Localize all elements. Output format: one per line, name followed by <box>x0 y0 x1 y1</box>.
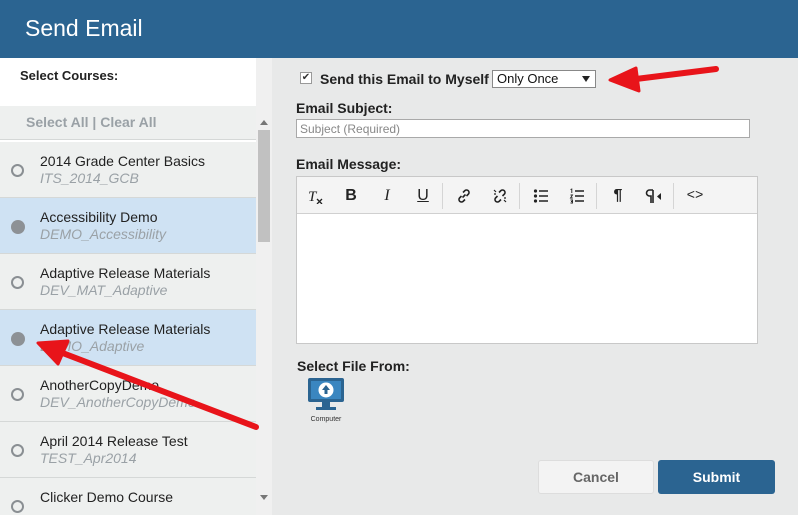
email-message-editor: T B I U ¶ <> <box>296 176 758 344</box>
course-name: AnotherCopyDemo <box>40 377 160 393</box>
course-item[interactable]: 2014 Grade Center Basics ITS_2014_GCB <box>0 142 256 198</box>
submit-button[interactable]: Submit <box>658 460 775 494</box>
clear-all-link[interactable]: Clear All <box>100 114 156 130</box>
select-file-label: Select File From: <box>297 358 410 374</box>
course-name: April 2014 Release Test <box>40 433 188 449</box>
course-code: DEMO_Accessibility <box>40 226 167 242</box>
computer-upload-button[interactable]: Computer <box>306 376 346 426</box>
course-radio[interactable] <box>11 500 24 513</box>
send-frequency-select[interactable]: Only Once <box>492 70 596 88</box>
courses-panel: Select Courses: Select All | Clear All 2… <box>0 58 272 515</box>
send-to-myself-checkbox[interactable]: ✔ <box>300 72 312 84</box>
link-icon[interactable] <box>453 185 475 207</box>
svg-text:T: T <box>308 189 318 204</box>
course-code: ITS_2014_GCB <box>40 170 139 186</box>
select-all-row: Select All | Clear All <box>0 106 256 140</box>
email-subject-label: Email Subject: <box>296 100 393 116</box>
course-name: Adaptive Release Materials <box>40 321 211 337</box>
course-item[interactable]: Adaptive Release Materials DEMO_Adaptive <box>0 310 256 366</box>
course-item[interactable]: Accessibility Demo DEMO_Accessibility <box>0 198 256 254</box>
course-item[interactable]: Adaptive Release Materials DEV_MAT_Adapt… <box>0 254 256 310</box>
scrollbar-thumb[interactable] <box>258 130 270 242</box>
ltr-paragraph-icon[interactable]: ¶ <box>607 185 629 207</box>
message-body-textarea[interactable] <box>297 214 757 343</box>
course-radio[interactable] <box>11 332 25 346</box>
course-item[interactable]: April 2014 Release Test TEST_Apr2014 <box>0 422 256 478</box>
course-code: DEV_AnotherCopyDemo <box>40 394 196 410</box>
course-radio[interactable] <box>11 164 24 177</box>
rtl-paragraph-icon[interactable] <box>643 185 665 207</box>
scroll-down-arrow-icon[interactable] <box>260 495 268 500</box>
email-message-label: Email Message: <box>296 156 402 172</box>
dialog-title: Send Email <box>25 15 143 41</box>
course-item[interactable]: Clicker Demo Course <box>0 478 256 515</box>
computer-caption: Computer <box>310 416 342 423</box>
email-subject-input[interactable] <box>296 119 750 138</box>
computer-upload-icon <box>308 378 344 410</box>
course-item[interactable]: AnotherCopyDemo DEV_AnotherCopyDemo <box>0 366 256 422</box>
course-radio[interactable] <box>11 444 24 457</box>
bulleted-list-icon[interactable] <box>530 185 552 207</box>
source-code-icon[interactable]: <> <box>684 185 706 207</box>
course-radio[interactable] <box>11 220 25 234</box>
select-all-link[interactable]: Select All <box>26 114 89 130</box>
italic-icon[interactable]: I <box>376 185 398 207</box>
scroll-up-arrow-icon[interactable] <box>260 120 268 125</box>
course-name: Accessibility Demo <box>40 209 158 225</box>
unlink-icon[interactable] <box>489 185 511 207</box>
underline-icon[interactable]: U <box>412 185 434 207</box>
select-courses-label: Select Courses: <box>20 68 119 83</box>
dropdown-caret-icon <box>582 76 590 82</box>
course-radio[interactable] <box>11 276 24 289</box>
clear-formatting-icon[interactable]: T <box>305 185 327 207</box>
course-list-scrollbar[interactable] <box>256 58 272 515</box>
select-separator: | <box>92 114 97 130</box>
course-radio[interactable] <box>11 388 24 401</box>
course-list: 2014 Grade Center Basics ITS_2014_GCB Ac… <box>0 142 256 515</box>
course-code: DEV_MAT_Adaptive <box>40 282 168 298</box>
send-frequency-value: Only Once <box>497 71 559 86</box>
send-to-myself-label: Send this Email to Myself <box>320 71 489 87</box>
course-name: Clicker Demo Course <box>40 489 174 505</box>
dialog-header: Send Email <box>0 0 798 58</box>
email-form-panel: ✔ Send this Email to Myself Only Once Em… <box>272 58 798 515</box>
cancel-button[interactable]: Cancel <box>538 460 654 494</box>
editor-toolbar: T B I U ¶ <> <box>297 177 757 214</box>
course-code: DEMO_Adaptive <box>40 338 145 354</box>
course-code: TEST_Apr2014 <box>40 450 137 466</box>
course-name: 2014 Grade Center Basics <box>40 153 205 169</box>
course-name: Adaptive Release Materials <box>40 265 211 281</box>
bold-icon[interactable]: B <box>340 185 362 207</box>
numbered-list-icon[interactable] <box>566 185 588 207</box>
